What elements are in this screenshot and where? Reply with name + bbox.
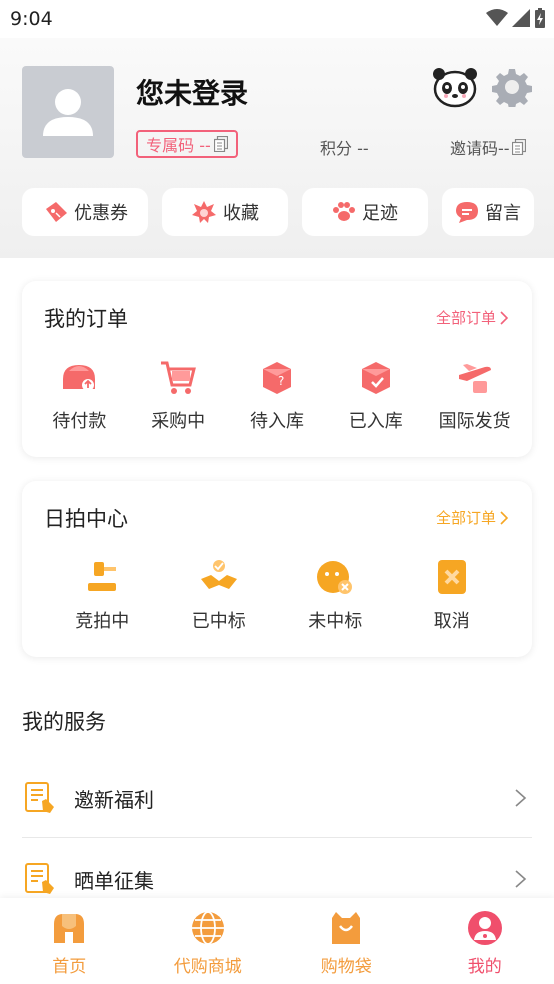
all-auction-orders-label: 全部订单: [435, 509, 496, 527]
coupon-label: 优惠券: [74, 203, 128, 224]
footprint-icon: [333, 202, 355, 221]
auction-bidding[interactable]: 竞拍中: [54, 557, 150, 633]
profile-header: 您未登录 专属码 -- 积分 -- 邀请码-- 优惠券 收藏 足迹 留言: [0, 38, 554, 258]
exclusive-code-badge[interactable]: 专属码 --: [136, 130, 238, 158]
service-show-order-label: 晒单征集: [74, 868, 154, 893]
user-placeholder-icon: [43, 89, 93, 136]
globe-icon: [191, 911, 224, 945]
points-text[interactable]: 积分 --: [320, 135, 369, 159]
chevron-right-icon: [515, 870, 527, 888]
bottom-tab-bar: 首页 代购商城 购物袋 我的: [0, 898, 554, 984]
login-status-text[interactable]: 您未登录: [136, 72, 248, 112]
order-international-shipping-label: 国际发货: [438, 411, 511, 432]
order-pending-storage[interactable]: ? 待入库: [229, 357, 325, 433]
tab-mine[interactable]: 我的: [416, 898, 554, 984]
document-hand-icon: [25, 863, 54, 894]
handshake-icon: [200, 560, 237, 589]
auction-title: 日拍中心: [44, 507, 128, 531]
pending-payment-icon: [63, 365, 96, 391]
all-auction-orders-link[interactable]: 全部订单: [436, 507, 508, 528]
auction-won-label: 已中标: [191, 611, 246, 632]
chevron-right-icon: [515, 789, 527, 807]
auction-won[interactable]: 已中标: [171, 557, 267, 633]
favorite-icon: [192, 201, 216, 223]
order-purchasing[interactable]: 采购中: [130, 357, 226, 433]
cart-icon: [161, 361, 197, 394]
copy-icon[interactable]: [511, 139, 526, 155]
order-stored[interactable]: 已入库: [328, 357, 424, 433]
favorite-label: 收藏: [223, 203, 259, 224]
document-hand-icon: [25, 782, 54, 813]
footprint-button[interactable]: 足迹: [302, 188, 428, 236]
failed-bid-icon: [317, 561, 353, 594]
auction-cancelled-label: 取消: [433, 611, 470, 632]
order-international-shipping[interactable]: 国际发货: [427, 357, 523, 433]
divider: [22, 837, 532, 838]
box-stored-icon: [361, 362, 390, 394]
copy-icon[interactable]: [213, 136, 228, 152]
cancel-icon: [437, 560, 466, 594]
order-status-list: 待付款 采购中 ? 待入库 已入库 国际发货: [22, 357, 532, 433]
svg-text:?: ?: [278, 374, 284, 388]
auction-lost[interactable]: 未中标: [287, 557, 383, 633]
order-pending-storage-label: 待入库: [249, 411, 304, 432]
status-bar: 9:04: [0, 0, 554, 38]
battery-icon: [535, 8, 545, 28]
tab-bag-label: 购物袋: [320, 957, 372, 977]
exclusive-code-text: 专属码 --: [146, 136, 211, 155]
shopping-bag-icon: [332, 912, 361, 944]
coupon-icon: [46, 202, 67, 222]
status-time: 9:04: [10, 8, 53, 30]
message-label: 留言: [485, 203, 521, 224]
favorite-button[interactable]: 收藏: [162, 188, 288, 236]
panda-icon[interactable]: [432, 66, 478, 108]
tab-home-label: 首页: [52, 957, 87, 977]
coupon-button[interactable]: 优惠券: [22, 188, 148, 236]
wifi-icon: [486, 9, 508, 26]
message-icon: [456, 202, 478, 223]
message-button[interactable]: 留言: [442, 188, 534, 236]
orders-title: 我的订单: [44, 307, 128, 331]
system-icons: [486, 8, 546, 28]
order-purchasing-label: 采购中: [151, 411, 206, 432]
all-orders-link[interactable]: 全部订单: [436, 307, 508, 328]
invite-code-text: 邀请码--: [450, 139, 510, 158]
auction-status-list: 竞拍中 已中标 未中标 取消: [22, 557, 532, 633]
auction-cancelled[interactable]: 取消: [404, 557, 500, 633]
avatar[interactable]: [22, 66, 114, 158]
gavel-icon: [88, 562, 117, 591]
gear-icon[interactable]: [492, 67, 532, 107]
services-title: 我的服务: [22, 710, 106, 734]
order-pending-payment[interactable]: 待付款: [31, 357, 127, 433]
all-orders-label: 全部订单: [435, 309, 496, 327]
tab-mall-label: 代购商城: [173, 957, 242, 977]
airplane-icon: [458, 364, 491, 393]
box-pending-icon: ?: [262, 362, 291, 394]
chevron-right-icon: [500, 510, 508, 525]
footprint-label: 足迹: [362, 203, 398, 224]
order-pending-payment-label: 待付款: [52, 411, 107, 432]
orders-card: 我的订单 全部订单 待付款 采购中 ? 待入库 已入库 国际发货: [22, 281, 532, 457]
profile-icon: [467, 911, 502, 945]
service-invite-benefits[interactable]: 邀新福利: [22, 758, 532, 838]
service-invite-benefits-label: 邀新福利: [74, 787, 154, 812]
chevron-right-icon: [500, 310, 508, 325]
signal-icon: [512, 9, 530, 27]
auction-card: 日拍中心 全部订单 竞拍中 已中标 未中标 取消: [22, 481, 532, 657]
auction-bidding-label: 竞拍中: [75, 611, 130, 632]
tab-bag[interactable]: 购物袋: [277, 898, 416, 984]
auction-lost-label: 未中标: [308, 611, 363, 632]
order-stored-label: 已入库: [348, 411, 403, 432]
tab-home[interactable]: 首页: [0, 898, 139, 984]
home-icon: [54, 914, 85, 943]
invite-code[interactable]: 邀请码--: [450, 135, 526, 159]
tab-mall[interactable]: 代购商城: [139, 898, 278, 984]
tab-mine-label: 我的: [467, 957, 502, 977]
